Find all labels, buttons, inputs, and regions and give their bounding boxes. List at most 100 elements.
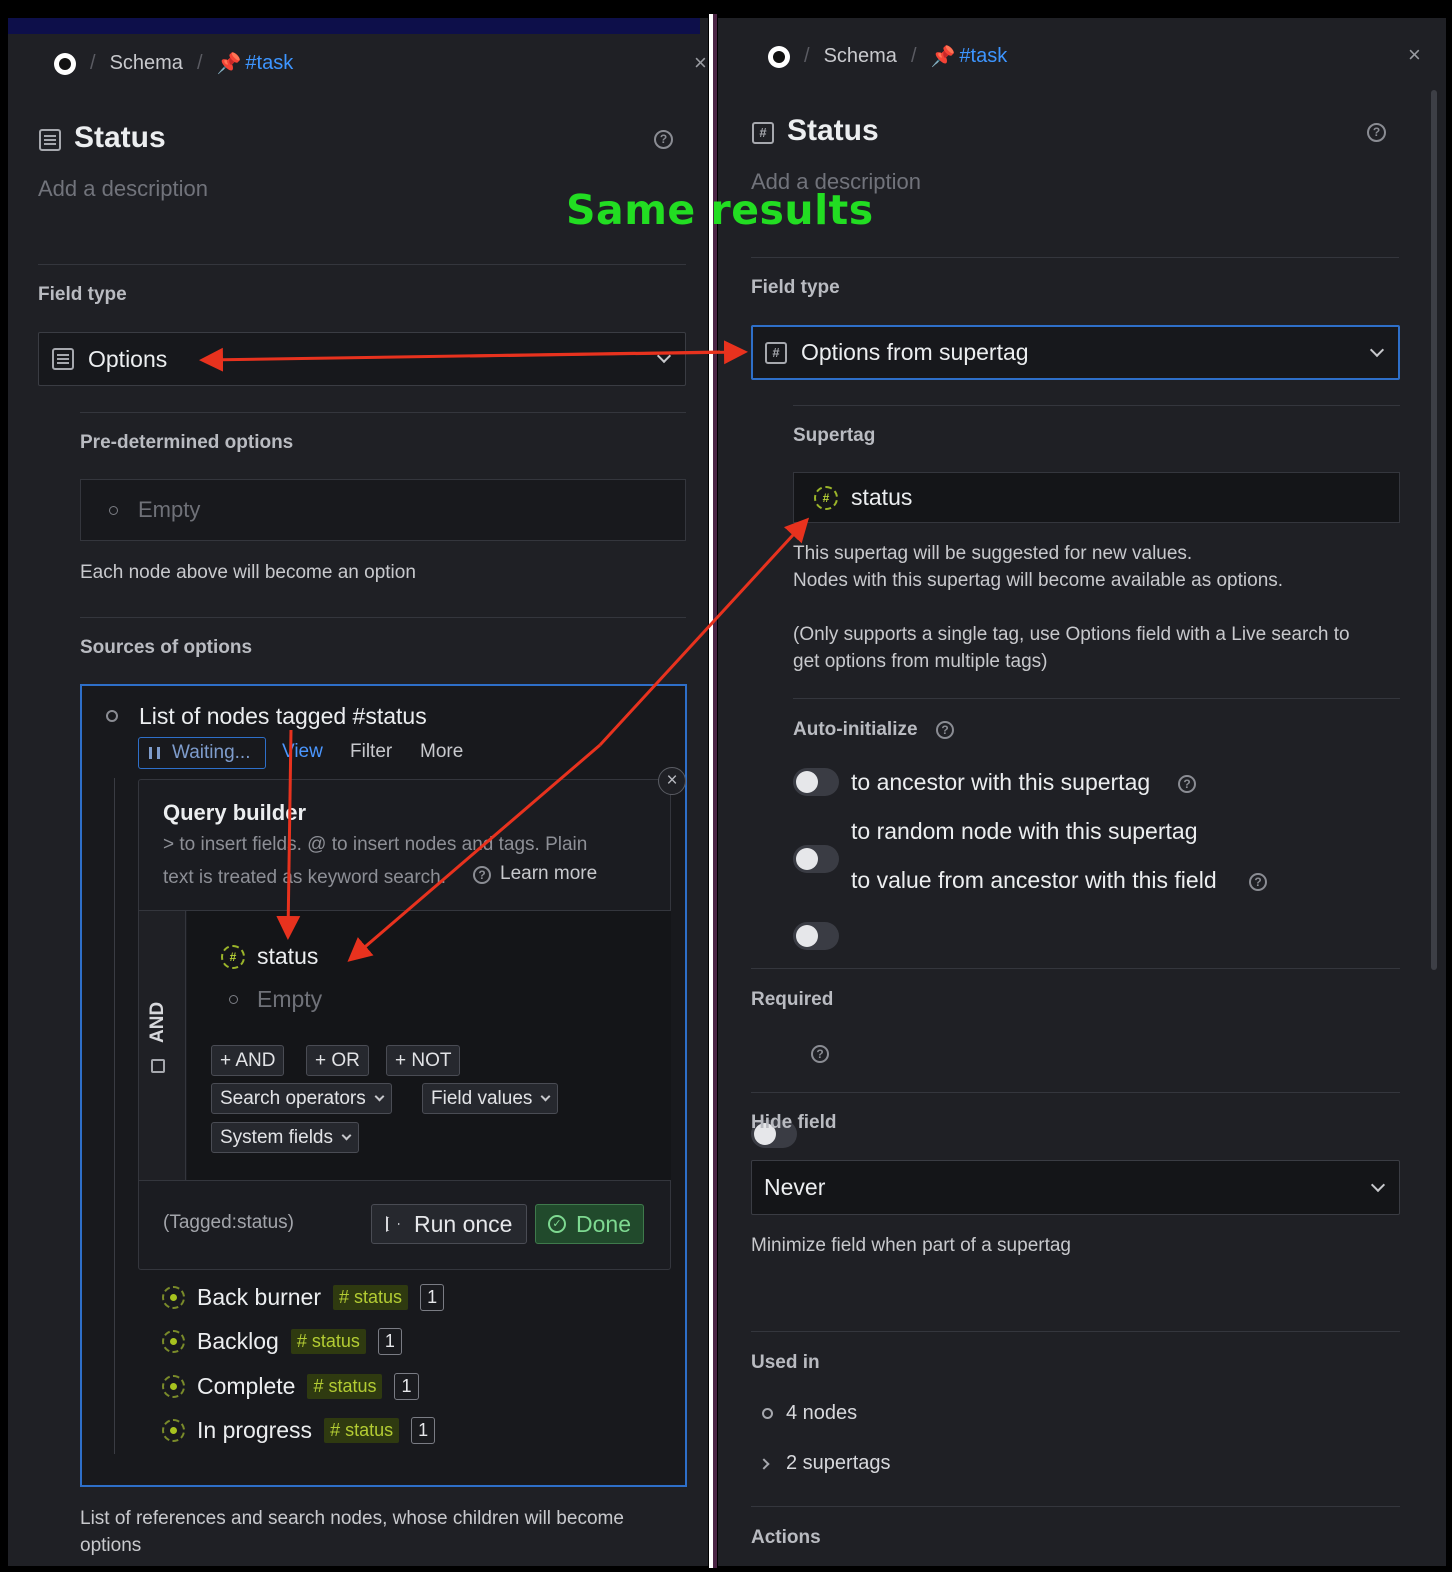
result-name[interactable]: Backlog	[197, 1328, 279, 1355]
result-tag-badge[interactable]: # status	[290, 1329, 366, 1354]
system-fields-dropdown[interactable]: System fields	[211, 1122, 359, 1153]
result-count[interactable]: 1	[420, 1284, 445, 1311]
pin-icon: 📌	[216, 53, 242, 75]
help-icon[interactable]: ?	[1367, 123, 1386, 142]
field-values-label: Field values	[431, 1087, 533, 1109]
node-bullet-icon	[162, 1419, 185, 1442]
breadcrumb-separator: /	[196, 52, 203, 74]
right-panel: / Schema / 📌 #task × # Status ? Add a de…	[718, 18, 1446, 1566]
used-in-nodes[interactable]: 4 nodes	[786, 1402, 857, 1425]
hide-field-select[interactable]: Never	[751, 1160, 1400, 1215]
done-label: Done	[576, 1210, 631, 1237]
check-circle-icon: ✓	[548, 1215, 566, 1233]
result-name[interactable]: Complete	[197, 1373, 295, 1400]
empty-placeholder[interactable]: Empty	[138, 497, 200, 523]
result-row[interactable]: Complete # status 1	[162, 1373, 419, 1400]
done-button[interactable]: ✓ Done	[535, 1204, 644, 1244]
chevron-down-icon	[540, 1091, 551, 1101]
page-title[interactable]: Status	[74, 121, 166, 155]
scrollbar[interactable]	[1431, 90, 1437, 970]
add-or-button[interactable]: + OR	[306, 1045, 369, 1076]
result-row[interactable]: Back burner # status 1	[162, 1284, 445, 1311]
help-icon[interactable]: ?	[811, 1045, 829, 1063]
sources-search-node[interactable]: List of nodes tagged #status Waiting... …	[80, 684, 687, 1487]
required-label: Required	[751, 989, 834, 1010]
outline-guide-line	[114, 778, 115, 1454]
query-tag-item[interactable]: status	[257, 943, 318, 970]
screenshot-divider-shadow	[713, 14, 717, 1568]
help-icon[interactable]: ?	[936, 721, 954, 739]
close-icon[interactable]: ×	[694, 50, 707, 76]
result-tag-badge[interactable]: # status	[333, 1285, 409, 1310]
hash-icon: #	[765, 341, 787, 364]
result-count[interactable]: 1	[411, 1417, 436, 1444]
divider	[80, 412, 686, 413]
divider	[751, 968, 1400, 969]
help-icon[interactable]: ?	[1249, 873, 1267, 891]
supertag-note-2: get options from multiple tags)	[793, 651, 1048, 672]
divider	[793, 698, 1400, 699]
add-not-button[interactable]: + NOT	[386, 1045, 461, 1076]
predetermined-options-list[interactable]: Empty	[80, 479, 686, 541]
result-tag-badge[interactable]: # status	[324, 1418, 400, 1443]
query-text: (Tagged:status)	[163, 1212, 294, 1233]
workspace-logo-icon[interactable]	[768, 45, 790, 68]
close-icon[interactable]: ×	[1408, 42, 1421, 68]
learn-more-link[interactable]: Learn more	[500, 863, 597, 885]
field-values-dropdown[interactable]: Field values	[422, 1083, 559, 1114]
supertag-select[interactable]: # status	[793, 472, 1400, 523]
result-row[interactable]: Backlog # status 1	[162, 1328, 402, 1355]
help-icon[interactable]: ?	[654, 130, 673, 149]
play-icon	[386, 1216, 400, 1232]
predetermined-hint: Each node above will become an option	[80, 562, 416, 583]
field-type-label: Field type	[38, 284, 127, 305]
supertag-icon: #	[814, 485, 838, 510]
chevron-right-icon[interactable]	[758, 1458, 770, 1470]
workspace-logo-icon[interactable]	[54, 52, 76, 75]
field-type-value: Options from supertag	[801, 339, 1029, 365]
divider	[751, 1092, 1400, 1093]
hash-field-icon: #	[752, 122, 774, 144]
query-empty-item[interactable]: Empty	[257, 986, 322, 1013]
breadcrumb-tag[interactable]: #task	[959, 45, 1007, 68]
divider	[38, 264, 686, 265]
run-once-button[interactable]: Run once	[371, 1204, 528, 1244]
more-tab[interactable]: More	[420, 741, 463, 763]
query-editor: # status Empty + AND + OR + NOT Search o…	[187, 911, 671, 1180]
view-tab[interactable]: View	[282, 741, 323, 763]
page-title[interactable]: Status	[787, 114, 879, 148]
field-type-select[interactable]: # Options from supertag	[751, 325, 1400, 380]
chevron-down-icon	[374, 1091, 385, 1101]
auto-init-field-toggle[interactable]	[793, 922, 839, 950]
auto-init-random-toggle[interactable]	[793, 845, 839, 873]
field-type-select[interactable]: Options	[38, 332, 686, 386]
search-icon	[106, 710, 118, 722]
breadcrumb-schema[interactable]: Schema	[824, 45, 897, 68]
supertag-icon: #	[221, 945, 245, 969]
result-row[interactable]: In progress # status 1	[162, 1417, 436, 1444]
filter-tab[interactable]: Filter	[350, 741, 392, 763]
used-in-supertags[interactable]: 2 supertags	[786, 1452, 891, 1475]
search-node-title[interactable]: List of nodes tagged #status	[139, 703, 427, 730]
result-name[interactable]: In progress	[197, 1417, 312, 1444]
search-operators-dropdown[interactable]: Search operators	[211, 1083, 392, 1114]
result-count[interactable]: 1	[394, 1373, 419, 1400]
result-count[interactable]: 1	[377, 1328, 402, 1355]
result-tag-badge[interactable]: # status	[307, 1374, 383, 1399]
system-fields-label: System fields	[220, 1126, 333, 1148]
breadcrumb-tag[interactable]: #task	[245, 52, 293, 75]
and-group-label[interactable]: AND	[147, 1002, 169, 1043]
auto-init-ancestor-toggle[interactable]	[793, 768, 839, 796]
waiting-button[interactable]: Waiting...	[138, 737, 266, 769]
group-icon[interactable]	[151, 1059, 165, 1073]
chevron-down-icon	[341, 1130, 352, 1140]
node-bullet-icon	[162, 1330, 185, 1353]
close-query-builder-icon[interactable]: ×	[658, 767, 686, 795]
help-icon[interactable]: ?	[1178, 775, 1196, 793]
window-top-strip	[8, 18, 700, 34]
description-input[interactable]: Add a description	[38, 176, 208, 202]
result-name[interactable]: Back burner	[197, 1284, 321, 1311]
add-and-button[interactable]: + AND	[211, 1045, 285, 1076]
breadcrumb-schema[interactable]: Schema	[110, 52, 183, 75]
auto-init-ancestor-label: to ancestor with this supertag	[851, 769, 1151, 795]
